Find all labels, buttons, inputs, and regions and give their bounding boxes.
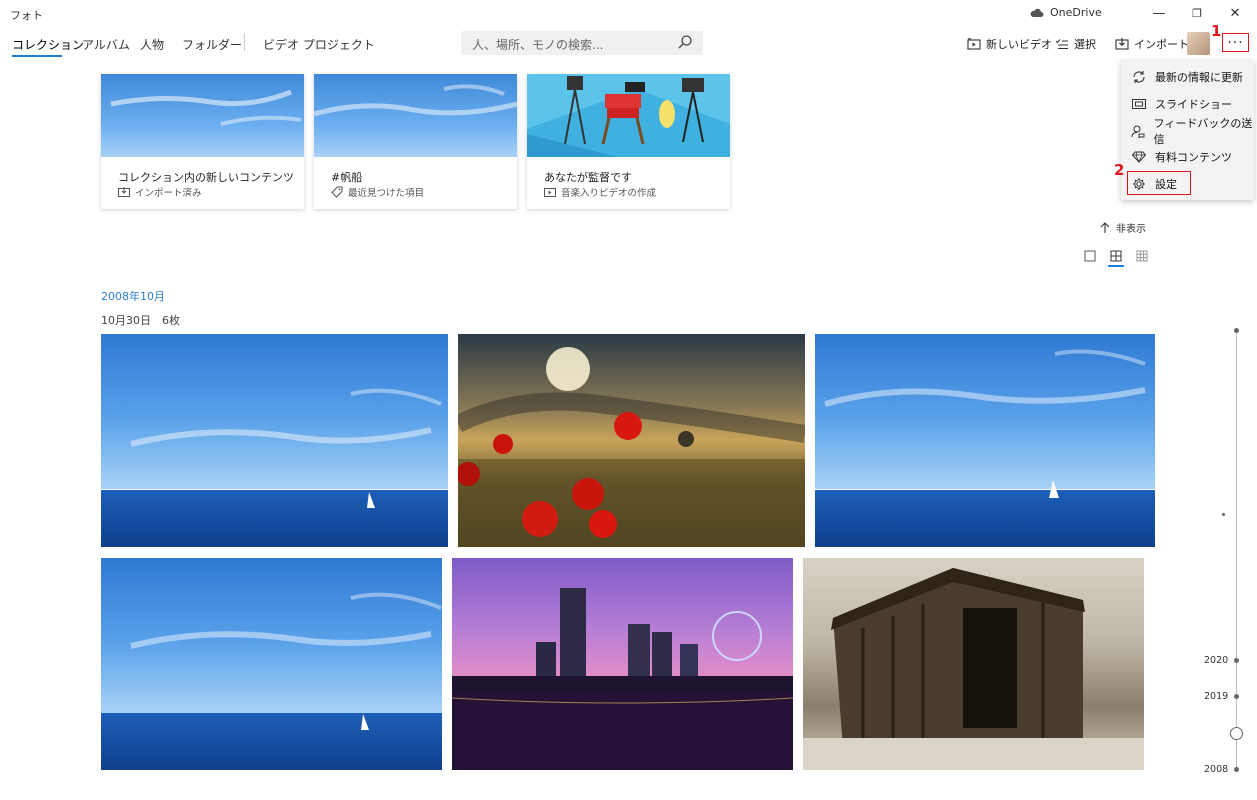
menu-item-label: フィードバックの送信 bbox=[1153, 117, 1253, 146]
restore-button[interactable]: ❐ bbox=[1186, 4, 1208, 22]
card-subtitle: 音楽入りビデオの作成 bbox=[544, 185, 656, 199]
import-label: インポート bbox=[1134, 38, 1189, 51]
refresh-icon bbox=[1131, 69, 1147, 85]
grid-9-icon bbox=[1136, 250, 1148, 262]
cloud-icon bbox=[1030, 8, 1044, 17]
timeline-marker bbox=[1222, 513, 1225, 516]
search-input[interactable]: 人、場所、モノの検索... bbox=[472, 36, 603, 53]
step-2-annotation: 2 bbox=[1114, 161, 1125, 179]
select-list-icon bbox=[1055, 39, 1068, 49]
photo-night-city[interactable] bbox=[452, 558, 793, 770]
settings-highlight-box bbox=[1127, 171, 1191, 195]
photo-old-shack[interactable] bbox=[803, 558, 1144, 770]
day-heading: 10月30日 6枚 bbox=[101, 314, 180, 327]
menu-item-label: 有料コンテンツ bbox=[1155, 151, 1232, 164]
timeline-year-2020[interactable]: 2020 bbox=[1204, 655, 1228, 666]
hide-label: 非表示 bbox=[1116, 224, 1146, 235]
arrow-up-icon bbox=[1100, 221, 1110, 233]
card-subtitle: 最近見つけた項目 bbox=[331, 185, 424, 199]
view-medium-button[interactable] bbox=[1108, 248, 1124, 264]
video-icon bbox=[544, 188, 556, 197]
nav-divider bbox=[244, 33, 245, 51]
card-sailboat-tag[interactable]: #帆船 最近見つけた項目 bbox=[314, 74, 517, 209]
tag-icon bbox=[331, 186, 343, 198]
tab-video-projects[interactable]: ビデオ プロジェクト bbox=[263, 36, 375, 53]
timeline-track[interactable] bbox=[1236, 330, 1237, 770]
import-icon bbox=[118, 187, 130, 197]
avatar[interactable] bbox=[1187, 32, 1210, 55]
card-image bbox=[527, 74, 730, 157]
card-image bbox=[314, 74, 517, 157]
tab-folders[interactable]: フォルダー bbox=[182, 36, 242, 53]
timeline-dot-2008 bbox=[1234, 767, 1239, 772]
card-subtitle-label: 最近見つけた項目 bbox=[348, 188, 425, 199]
photo-poppies[interactable] bbox=[458, 334, 805, 547]
card-image bbox=[101, 74, 304, 157]
month-heading[interactable]: 2008年10月 bbox=[101, 288, 165, 304]
tab-people[interactable]: 人物 bbox=[140, 36, 164, 53]
menu-item-paid-content[interactable]: 有料コンテンツ bbox=[1121, 144, 1254, 170]
card-subtitle-label: 音楽入りビデオの作成 bbox=[561, 188, 657, 199]
slideshow-icon bbox=[1131, 96, 1147, 112]
onedrive-status[interactable]: OneDrive bbox=[1030, 6, 1102, 19]
new-video-button[interactable]: 新しいビデオ bbox=[967, 36, 1052, 52]
timeline-year-2019[interactable]: 2019 bbox=[1204, 691, 1228, 702]
menu-item-label: 最新の情報に更新 bbox=[1155, 71, 1243, 84]
tab-collection[interactable]: コレクション bbox=[12, 36, 84, 53]
menu-item-label: スライドショー bbox=[1155, 98, 1232, 111]
active-tab-indicator bbox=[12, 55, 62, 57]
new-video-label: 新しいビデオ bbox=[986, 38, 1052, 51]
menu-item-refresh[interactable]: 最新の情報に更新 bbox=[1121, 64, 1254, 90]
view-large-button[interactable] bbox=[1082, 248, 1098, 264]
feedback-icon bbox=[1131, 123, 1146, 139]
card-subtitle: インポート済み bbox=[118, 185, 202, 199]
photo-sailboat-3[interactable] bbox=[101, 558, 442, 770]
close-button[interactable]: ✕ bbox=[1224, 4, 1246, 22]
more-options-button[interactable]: ··· bbox=[1222, 33, 1249, 52]
app-title: フォト bbox=[10, 9, 43, 22]
grid-4-icon bbox=[1110, 250, 1122, 262]
select-label: 選択 bbox=[1074, 38, 1096, 51]
timeline-top-dot bbox=[1234, 328, 1239, 333]
timeline-dot-2020 bbox=[1234, 658, 1239, 663]
hide-suggestions-link[interactable]: 非表示 bbox=[1100, 220, 1146, 235]
view-selected-indicator bbox=[1108, 265, 1124, 267]
menu-item-slideshow[interactable]: スライドショー bbox=[1121, 91, 1254, 117]
import-icon bbox=[1115, 38, 1129, 50]
timeline-handle[interactable] bbox=[1230, 727, 1243, 740]
minimize-button[interactable]: — bbox=[1148, 4, 1170, 22]
card-new-content[interactable]: コレクション内の新しいコンテンツ インポート済み bbox=[101, 74, 304, 209]
timeline-year-2008[interactable]: 2008 bbox=[1204, 764, 1228, 775]
timeline-dot-2019 bbox=[1234, 694, 1239, 699]
photo-sailboat-1[interactable] bbox=[101, 334, 448, 547]
onedrive-label: OneDrive bbox=[1050, 6, 1102, 19]
select-button[interactable]: 選択 bbox=[1055, 36, 1096, 52]
import-button[interactable]: インポート bbox=[1115, 36, 1189, 52]
step-1-annotation: 1 bbox=[1211, 22, 1222, 40]
card-subtitle-label: インポート済み bbox=[135, 188, 202, 199]
view-small-button[interactable] bbox=[1134, 248, 1150, 264]
card-director[interactable]: あなたが監督です 音楽入りビデオの作成 bbox=[527, 74, 730, 209]
menu-item-feedback[interactable]: フィードバックの送信 bbox=[1121, 117, 1254, 146]
photo-sailboat-2[interactable] bbox=[815, 334, 1155, 547]
diamond-icon bbox=[1131, 149, 1147, 165]
single-square-icon bbox=[1084, 250, 1096, 262]
card-title: コレクション内の新しいコンテンツ bbox=[118, 171, 294, 184]
card-title: あなたが監督です bbox=[544, 171, 632, 184]
new-video-icon bbox=[967, 38, 981, 50]
card-title: #帆船 bbox=[331, 171, 363, 184]
tab-albums[interactable]: アルバム bbox=[82, 36, 130, 53]
search-icon[interactable] bbox=[677, 34, 693, 50]
